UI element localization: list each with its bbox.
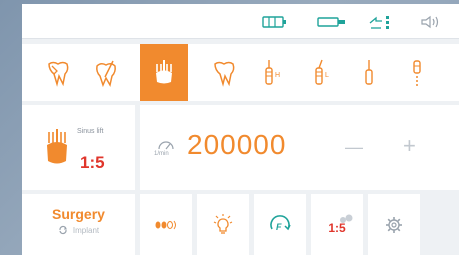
instrument-straight-icon xyxy=(365,59,373,85)
instrument-straight-tool[interactable] xyxy=(345,44,393,101)
speedometer-icon xyxy=(158,141,174,150)
battery-pack-icon xyxy=(262,15,288,29)
bulb-button[interactable] xyxy=(197,194,249,255)
instrument-dotted-icon xyxy=(413,59,421,86)
endodontic-icon xyxy=(96,60,116,87)
sinus-lift-icon xyxy=(156,59,172,83)
tool-bar: H L xyxy=(22,44,459,101)
ratio-button[interactable]: 1:5 xyxy=(311,194,363,255)
mode-label: Sinus lift xyxy=(77,128,104,135)
sinus-lift-tool[interactable] xyxy=(140,44,188,101)
handpiece-connector-icon xyxy=(317,15,347,29)
control-panel: H L Sinus lift 1:5 1/min 200000 — + Surg… xyxy=(22,4,459,255)
light-level-icon xyxy=(155,220,176,229)
gear-icon xyxy=(386,216,402,233)
irrigation-level-icon xyxy=(368,15,394,29)
implant-l-icon: L xyxy=(315,59,329,85)
endodontic-tool[interactable] xyxy=(82,44,130,101)
speed-unit-label: 1/min xyxy=(154,151,169,157)
tooth-extraction-icon xyxy=(214,61,235,87)
sinus-lift-icon xyxy=(47,129,67,164)
tooth-fracture-tool[interactable] xyxy=(34,44,82,101)
procedure-selector[interactable]: Surgery Implant xyxy=(22,194,135,255)
speaker-icon[interactable] xyxy=(420,15,442,29)
forward-rotation-button[interactable]: F xyxy=(254,194,306,255)
forward-rotation-icon: F xyxy=(270,214,291,232)
ratio-value: 1:5 xyxy=(328,221,346,235)
status-bar xyxy=(22,4,459,39)
tooth-fracture-icon xyxy=(48,61,69,87)
procedure-label: Surgery xyxy=(52,206,105,222)
light-level-button[interactable] xyxy=(140,194,192,255)
svg-text:F: F xyxy=(276,222,282,232)
main-row: Sinus lift 1:5 1/min 200000 — + xyxy=(22,105,459,190)
svg-text:L: L xyxy=(325,72,329,79)
speed-value: 200000 xyxy=(187,129,287,160)
bottom-row: Surgery Implant F 1:5 xyxy=(22,194,459,255)
sub-procedure-label: Implant xyxy=(72,225,100,235)
speed-increase-button[interactable]: + xyxy=(403,133,416,159)
sub-procedure-row: Implant xyxy=(58,225,99,235)
implant-h-icon: H xyxy=(265,59,280,85)
mode-card[interactable]: Sinus lift 1:5 xyxy=(22,105,135,190)
svg-text:H: H xyxy=(275,72,280,79)
settings-button[interactable] xyxy=(368,194,420,255)
speed-card: 1/min 200000 — + xyxy=(140,105,459,190)
tooth-extraction-tool[interactable] xyxy=(200,44,248,101)
instrument-dotted-tool[interactable] xyxy=(393,44,441,101)
implant-l-tool[interactable]: L xyxy=(297,44,345,101)
cycle-icon xyxy=(59,225,67,235)
bulb-icon xyxy=(213,213,233,234)
mode-ratio: 1:5 xyxy=(80,153,105,172)
implant-h-tool[interactable]: H xyxy=(248,44,296,101)
speed-decrease-button[interactable]: — xyxy=(345,137,363,158)
